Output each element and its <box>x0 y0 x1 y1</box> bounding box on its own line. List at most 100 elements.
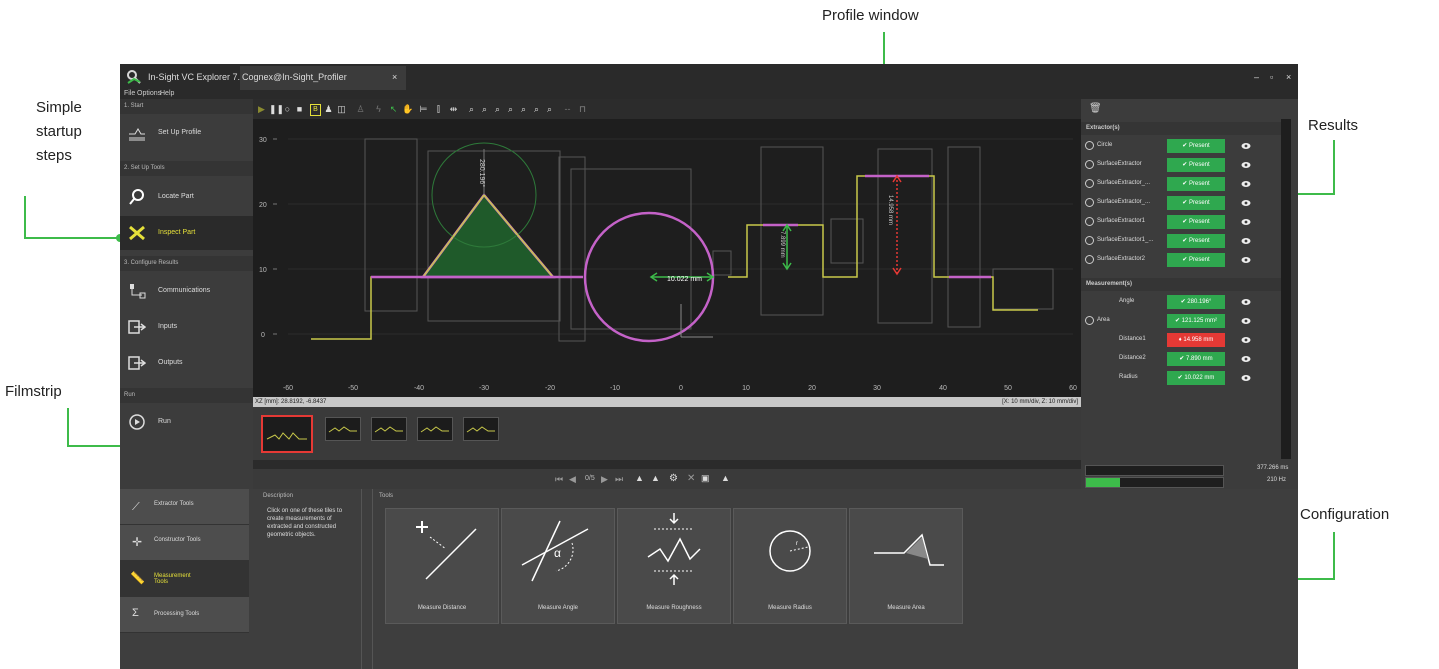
filmstrip-frame[interactable] <box>417 417 453 441</box>
nav-item-run[interactable]: Run <box>120 405 253 439</box>
measurement-row[interactable]: Distance2 ✔ 7.890 mm <box>1081 350 1281 369</box>
tile-measure-radius[interactable]: r Measure Radius <box>733 508 847 624</box>
extractor-row[interactable]: Circle ✔ Present <box>1081 137 1281 156</box>
eye-icon[interactable] <box>1241 298 1251 306</box>
zoom-icon-6[interactable]: ⌕ <box>532 104 541 114</box>
settings-icon[interactable]: ⚙ <box>669 473 678 484</box>
person-icon[interactable]: ♟ <box>324 104 333 114</box>
measurement-row[interactable]: Radius ✔ 10.022 mm <box>1081 369 1281 388</box>
tab-extractor-tools[interactable]: ⟋ Extractor Tools <box>120 489 249 525</box>
callout-line <box>24 196 26 238</box>
hand-icon[interactable]: ✋ <box>402 104 413 114</box>
delete-frame-icon[interactable]: ✕ <box>687 473 695 484</box>
lightning-icon[interactable]: ϟ <box>374 104 383 114</box>
profile-plot[interactable]: 30 20 10 0 -60 -50 -40 -30 -20 -10 0 10 … <box>253 119 1081 397</box>
extractor-row[interactable]: SurfaceExtractor_... ✔ Present <box>1081 194 1281 213</box>
zoom-icon-1[interactable]: ⌕ <box>467 104 476 114</box>
expand-icon[interactable] <box>1085 217 1094 226</box>
zoom-icon-4[interactable]: ⌕ <box>506 104 515 114</box>
close-window-icon[interactable]: × <box>1286 72 1291 82</box>
expand-icon[interactable] <box>1085 141 1094 150</box>
user-icon[interactable]: ♙ <box>356 104 365 114</box>
save-frames-icon[interactable]: ▣ <box>701 473 710 484</box>
last-frame-icon[interactable]: ⏭ <box>615 474 623 485</box>
x-tick: -60 <box>283 385 293 392</box>
filmstrip-frame[interactable] <box>261 415 313 453</box>
split-view-icon[interactable]: ◫ <box>337 104 346 114</box>
eye-icon[interactable] <box>1241 161 1251 169</box>
expand-icon[interactable] <box>1085 255 1094 264</box>
minimize-icon[interactable]: – <box>1254 72 1259 82</box>
expand-icon[interactable] <box>1085 179 1094 188</box>
extractor-row[interactable]: SurfaceExtractor1_... ✔ Present <box>1081 232 1281 251</box>
trash-icon[interactable]: 🗑 <box>1089 103 1102 114</box>
first-frame-icon[interactable]: ⏮ <box>555 474 563 485</box>
zoom-icon-3[interactable]: ⌕ <box>493 104 502 114</box>
eye-icon[interactable] <box>1241 142 1251 150</box>
results-scrollbar[interactable] <box>1281 119 1291 459</box>
filmstrip-scrollbar[interactable] <box>253 460 1081 469</box>
bold-view-icon[interactable]: B <box>310 104 321 116</box>
eye-icon[interactable] <box>1241 317 1251 325</box>
play-icon[interactable]: ▶ <box>257 104 266 114</box>
maximize-icon[interactable]: ▫ <box>1270 72 1273 82</box>
extractor-row[interactable]: SurfaceExtractor2 ✔ Present <box>1081 251 1281 270</box>
menu-help[interactable]: Help <box>160 90 174 97</box>
filmstrip-frame[interactable] <box>371 417 407 441</box>
filmstrip-frame[interactable] <box>325 417 361 441</box>
eye-icon[interactable] <box>1241 199 1251 207</box>
tile-measure-angle[interactable]: α Measure Angle <box>501 508 615 624</box>
upload-frames-icon[interactable]: ▲ <box>721 473 730 483</box>
extractor-row[interactable]: SurfaceExtractor_... ✔ Present <box>1081 175 1281 194</box>
tile-measure-area[interactable]: Measure Area <box>849 508 963 624</box>
record-frame-icon[interactable]: ▲ <box>635 473 644 483</box>
align-left-icon[interactable]: ⊨ <box>419 104 428 114</box>
filmstrip-frame[interactable] <box>463 417 499 441</box>
next-frame-icon[interactable]: ▶ <box>601 474 608 485</box>
eye-icon[interactable] <box>1241 237 1251 245</box>
record-icon[interactable]: ○ <box>283 104 292 114</box>
nav-item-set-up-profile[interactable]: Set Up Profile <box>120 116 253 150</box>
menu-file[interactable]: File <box>124 90 135 97</box>
measurement-row[interactable]: Angle ✔ 280.196° <box>1081 293 1281 312</box>
nav-item-locate-part[interactable]: Locate Part <box>120 180 253 214</box>
tab-cognex[interactable]: Cognex@In-Sight_Profiler × <box>240 66 406 90</box>
close-tab-icon[interactable]: × <box>392 72 397 82</box>
record-all-icon[interactable]: ▲ <box>651 473 660 483</box>
tab-constructor-tools[interactable]: ✛ Constructor Tools <box>120 525 249 561</box>
tab-measurement-tools[interactable]: 📏 Measurement Tools <box>120 561 249 597</box>
nav-item-outputs[interactable]: Outputs <box>120 346 253 380</box>
pointer-icon[interactable]: ↖ <box>389 104 398 114</box>
measurement-row[interactable]: Area ✔ 121.125 mm² <box>1081 312 1281 331</box>
step-icon[interactable]: ⊓ <box>578 104 587 114</box>
tile-measure-roughness[interactable]: Measure Roughness <box>617 508 731 624</box>
expand-icon[interactable] <box>1085 198 1094 207</box>
fit-icon[interactable]: ⇹ <box>449 104 458 114</box>
dash-icon[interactable]: -- <box>563 104 572 114</box>
eye-icon[interactable] <box>1241 374 1251 382</box>
expand-icon[interactable] <box>1085 160 1094 169</box>
eye-icon[interactable] <box>1241 336 1251 344</box>
zoom-icon-2[interactable]: ⌕ <box>480 104 489 114</box>
camera-icon[interactable]: ■ <box>295 104 304 114</box>
eye-icon[interactable] <box>1241 256 1251 264</box>
eye-icon[interactable] <box>1241 355 1251 363</box>
measurement-row[interactable]: Distance1 ♦ 14.958 mm <box>1081 331 1281 350</box>
nav-item-inspect-part[interactable]: Inspect Part <box>120 216 253 250</box>
expand-icon[interactable] <box>1085 236 1094 245</box>
eye-icon[interactable] <box>1241 180 1251 188</box>
zoom-icon-7[interactable]: ⌕ <box>545 104 554 114</box>
extractor-row[interactable]: SurfaceExtractor1 ✔ Present <box>1081 213 1281 232</box>
extractor-row[interactable]: SurfaceExtractor ✔ Present <box>1081 156 1281 175</box>
tile-measure-distance[interactable]: Measure Distance <box>385 508 499 624</box>
nav-item-inputs[interactable]: Inputs <box>120 310 253 344</box>
menu-options[interactable]: Options <box>137 90 161 97</box>
nav-item-communications[interactable]: Communications <box>120 274 253 308</box>
tab-processing-tools[interactable]: Σ Processing Tools <box>120 597 249 633</box>
previous-frame-icon[interactable]: ◀ <box>569 474 576 485</box>
eye-icon[interactable] <box>1241 218 1251 226</box>
pause-icon[interactable]: ❚❚ <box>269 104 284 114</box>
align-vertical-icon[interactable]: ⫿ <box>434 104 443 114</box>
zoom-icon-5[interactable]: ⌕ <box>519 104 528 114</box>
expand-icon[interactable] <box>1085 316 1094 325</box>
